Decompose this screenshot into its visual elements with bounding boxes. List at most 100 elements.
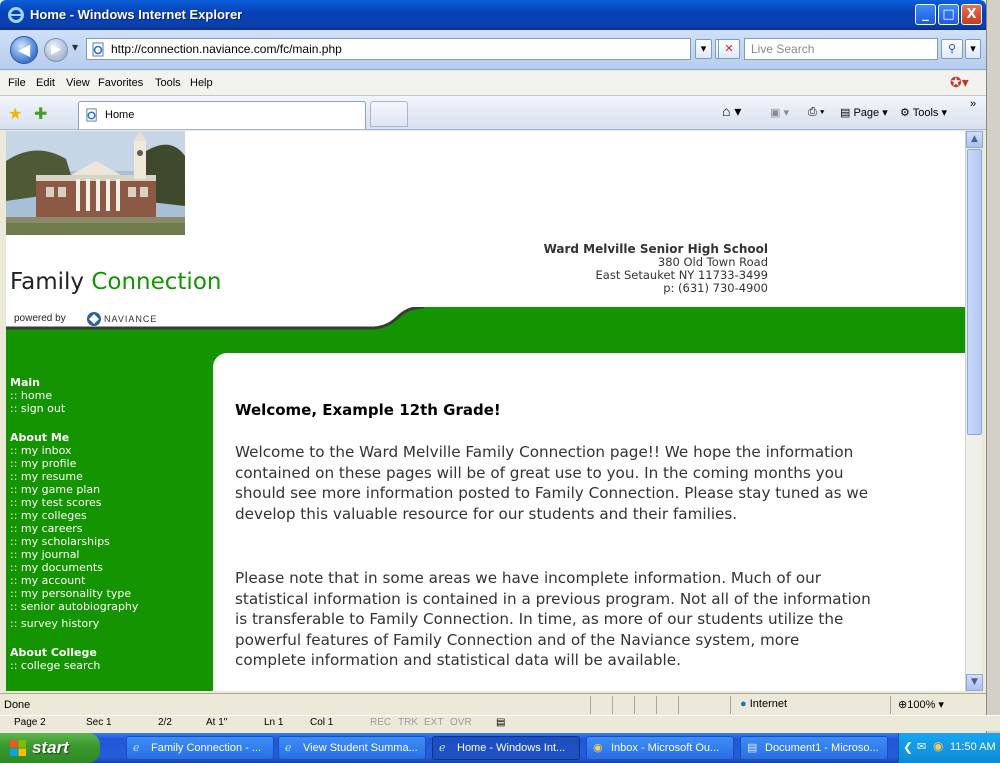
app-title: Family Connection [10, 269, 222, 295]
tab-bar: ★ ✚ Home ⌂ ▾ ▣ ▾ ⎙ ▾ ▤ Page ▾ ⚙ Tools ▾ … [0, 96, 986, 130]
maximize-button[interactable]: □ [938, 4, 959, 25]
tray-arrow-icon[interactable]: ❮ [903, 740, 913, 754]
taskbar-item-family-connection[interactable]: ℯ Family Connection - ... [126, 736, 274, 760]
tray-outlook-icon[interactable]: ◉ [933, 739, 943, 753]
menu-view[interactable]: View [66, 77, 90, 89]
add-favorites-icon[interactable]: ✚ [34, 104, 47, 123]
stop-button[interactable]: ✕ [718, 39, 740, 59]
welcome-heading: Welcome, Example 12th Grade! [235, 401, 501, 419]
close-button[interactable]: X [961, 4, 982, 25]
school-phone: p: (631) 730-4900 [663, 281, 768, 295]
word-status-strip: Page 2 Sec 1 2/2 At 1" Ln 1 Col 1 REC TR… [0, 715, 1000, 731]
menu-tools[interactable]: Tools [155, 77, 181, 89]
tray-mail-icon[interactable]: ✉ [917, 740, 926, 753]
sidebar-link-home[interactable]: :: home [10, 389, 210, 402]
status-text: Done [4, 699, 31, 711]
sidebar-link-my-game-plan[interactable]: :: my game plan [10, 483, 210, 496]
page-menu-button[interactable]: ▤ Page ▾ [840, 106, 888, 119]
sidebar-link-my-inbox[interactable]: :: my inbox [10, 444, 210, 457]
word-page: Page 2 [14, 717, 46, 728]
ie-icon: ℯ [133, 742, 140, 754]
search-options-button[interactable]: ▾ [965, 39, 981, 59]
print-icon[interactable]: ⎙ ▾ [808, 106, 824, 119]
sidebar-link-my-colleges[interactable]: :: my colleges [10, 509, 210, 522]
sidebar-link-senior-autobiography[interactable]: :: senior autobiography [10, 600, 210, 613]
taskbar-item-student-summary[interactable]: ℯ View Student Summa... [278, 736, 426, 760]
sidebar-heading-about-college: About College [10, 646, 97, 659]
word-ext: EXT [424, 717, 444, 728]
windows-flag-icon [10, 740, 26, 756]
sidebar-heading-about-me: About Me [10, 431, 70, 444]
outlook-icon: ◉ [593, 742, 603, 754]
zoom-icon: ⊕ [898, 699, 908, 711]
menu-help[interactable]: Help [190, 77, 213, 89]
page-viewport: Family Connection powered by NAVIANCE Wa… [6, 131, 965, 691]
taskbar-item-home-ie[interactable]: ℯ Home - Windows Int... [432, 736, 580, 760]
sidebar-link-survey-history[interactable]: :: survey history [10, 617, 210, 630]
menu-edit[interactable]: Edit [36, 77, 55, 89]
start-button[interactable]: start [0, 733, 100, 763]
sidebar-link-my-profile[interactable]: :: my profile [10, 457, 210, 470]
feeds-icon[interactable]: ▣ ▾ [770, 106, 789, 119]
security-zone[interactable]: ● Internet [740, 698, 787, 710]
sidebar-link-my-test-scores[interactable]: :: my test scores [10, 496, 210, 509]
sidebar-link-my-account[interactable]: :: my account [10, 574, 210, 587]
sidebar-link-my-resume[interactable]: :: my resume [10, 470, 210, 483]
window-title: Home - Windows Internet Explorer [30, 7, 243, 22]
word-icon: ▤ [747, 742, 758, 754]
address-dropdown-button[interactable]: ▾ [695, 39, 712, 59]
ie-icon: ℯ [285, 742, 292, 754]
sidebar-link-sign-out[interactable]: :: sign out [10, 402, 210, 415]
background-window-edge [986, 0, 1000, 763]
taskbar: start ℯ Family Connection - ... ℯ View S… [0, 733, 1000, 763]
address-bar[interactable]: http://connection.naviance.com/fc/main.p… [86, 38, 691, 60]
minimize-button[interactable]: _ [915, 4, 936, 25]
scroll-thumb[interactable] [967, 149, 982, 435]
search-input[interactable]: Live Search [744, 38, 938, 60]
status-bar: Done ● Internet ⊕100% ▾ [0, 693, 986, 715]
globe-icon: ● [740, 698, 747, 710]
word-section: Sec 1 [86, 717, 112, 728]
taskbar-item-outlook-inbox[interactable]: ◉ Inbox - Microsoft Ou... [586, 736, 734, 760]
toolbar-chevron-icon[interactable]: » [970, 98, 976, 110]
address-toolbar: ◀ ▶ ▼ http://connection.naviance.com/fc/… [0, 30, 986, 70]
tab-home[interactable]: Home [78, 101, 366, 129]
clock[interactable]: 11:50 AM [950, 741, 996, 753]
sidebar-link-my-journal[interactable]: :: my journal [10, 548, 210, 561]
zoom-level[interactable]: ⊕100% ▾ [898, 698, 944, 711]
page-icon [92, 42, 104, 57]
notice-paragraph: Please note that in some areas we have i… [235, 569, 871, 669]
sidebar-link-my-documents[interactable]: :: my documents [10, 561, 210, 574]
school-photo [6, 131, 185, 235]
sidebar-nav: Main :: home :: sign out About Me :: my … [10, 376, 210, 688]
system-tray: ❮ ✉ ◉ 11:50 AM [898, 733, 1000, 763]
forward-button[interactable]: ▶ [44, 38, 68, 62]
taskbar-item-word-document[interactable]: ▤ Document1 - Microso... [740, 736, 888, 760]
sidebar-link-my-careers[interactable]: :: my careers [10, 522, 210, 535]
home-icon[interactable]: ⌂ ▾ [722, 103, 741, 120]
scroll-up-icon[interactable]: ▲ [966, 131, 983, 148]
word-ovr: OVR [450, 717, 472, 728]
welcome-paragraph: Welcome to the Ward Melville Family Conn… [235, 443, 869, 523]
ie-logo-icon [8, 7, 24, 23]
tools-menu-button[interactable]: ⚙ Tools ▾ [900, 106, 947, 119]
menu-favorites[interactable]: Favorites [98, 77, 143, 89]
word-line: Ln 1 [264, 717, 284, 728]
spelling-icon[interactable]: ▤ [496, 717, 505, 728]
history-dropdown-icon[interactable]: ▼ [72, 43, 78, 52]
toolbar-extra-icon[interactable]: ✪▾ [950, 74, 969, 91]
sidebar-link-college-search[interactable]: :: college search [10, 659, 210, 672]
word-col: Col 1 [310, 717, 334, 728]
vertical-scrollbar[interactable]: ▲ ▼ [965, 131, 983, 691]
sidebar-link-my-scholarships[interactable]: :: my scholarships [10, 535, 210, 548]
scroll-down-icon[interactable]: ▼ [966, 674, 983, 691]
new-tab-button[interactable] [370, 101, 408, 127]
favorites-star-icon[interactable]: ★ [8, 104, 22, 123]
sidebar-link-my-personality-type[interactable]: :: my personality type [10, 587, 210, 600]
search-button[interactable]: ⚲ [941, 39, 963, 59]
window-title-bar[interactable]: Home - Windows Internet Explorer _ □ X [0, 0, 986, 30]
sidebar-heading-main: Main [10, 376, 40, 389]
menu-file[interactable]: File [8, 77, 26, 89]
word-rec: REC [370, 717, 392, 728]
back-button[interactable]: ◀ [10, 36, 38, 64]
